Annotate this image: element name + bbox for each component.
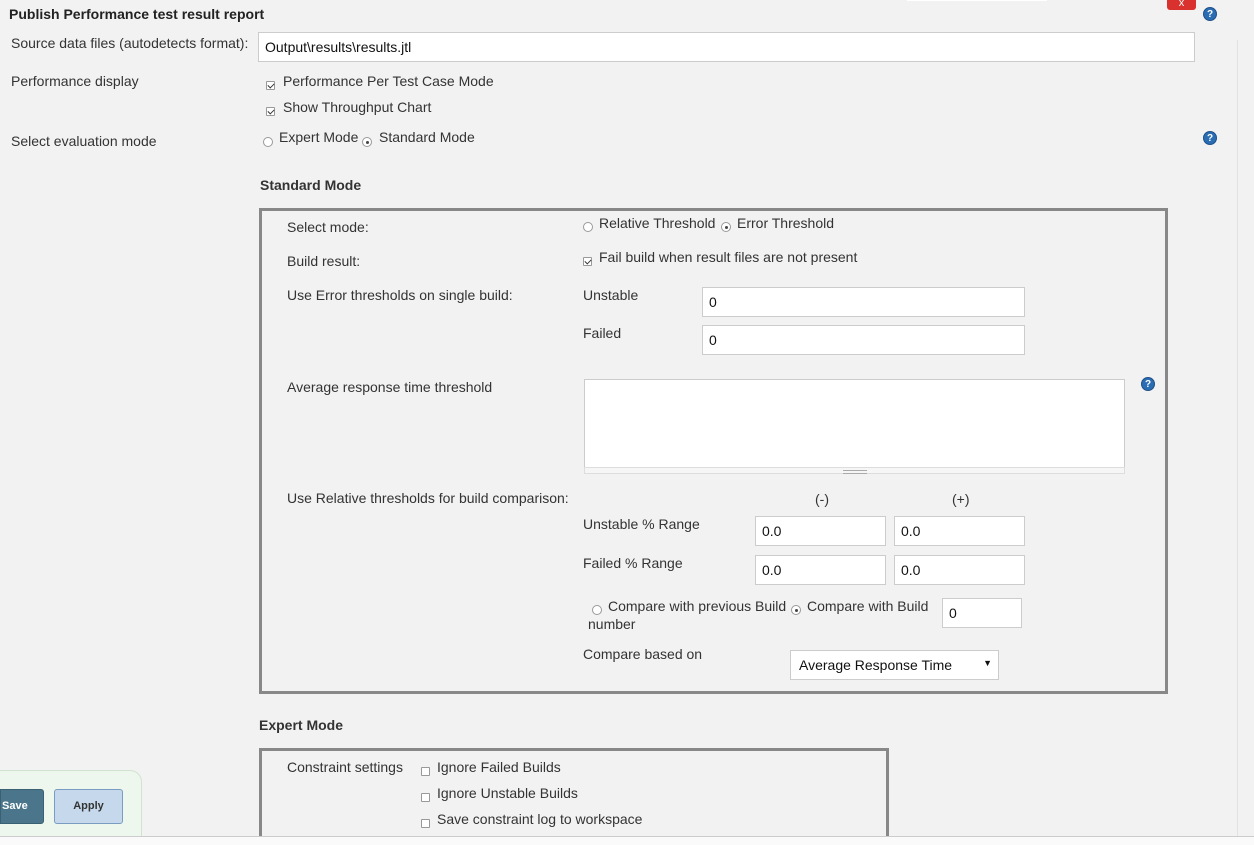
- evaluation-mode-label: Select evaluation mode: [11, 133, 157, 149]
- relative-thresholds-label: Use Relative thresholds for build compar…: [287, 490, 569, 506]
- compare-previous-radio[interactable]: [592, 605, 602, 615]
- failed-minus-input[interactable]: 0.0: [755, 555, 886, 585]
- unstable-threshold-input[interactable]: 0: [702, 287, 1025, 317]
- fail-build-label: Fail build when result files are not pre…: [599, 249, 858, 265]
- save-log-label: Save constraint log to workspace: [437, 811, 643, 827]
- compare-build-input[interactable]: 0: [942, 598, 1022, 628]
- failed-range-label: Failed % Range: [583, 555, 683, 571]
- unstable-minus-input[interactable]: 0.0: [755, 516, 886, 546]
- select-mode-label: Select mode:: [287, 219, 369, 235]
- avg-response-label: Average response time threshold: [287, 379, 493, 395]
- fail-build-checkbox[interactable]: [583, 257, 592, 266]
- minus-column-header: (-): [815, 491, 829, 507]
- bottom-bar: [0, 836, 1254, 845]
- section-title: Publish Performance test result report: [9, 6, 265, 22]
- close-button[interactable]: x: [1167, 0, 1196, 10]
- build-result-label: Build result:: [287, 253, 361, 269]
- unstable-label: Unstable: [583, 287, 639, 303]
- ignore-failed-label: Ignore Failed Builds: [437, 759, 561, 775]
- per-test-case-checkbox[interactable]: [266, 81, 275, 90]
- failed-threshold-input[interactable]: 0: [702, 325, 1025, 355]
- error-threshold-label: Error Threshold: [737, 215, 835, 231]
- avg-response-textarea[interactable]: [584, 379, 1125, 468]
- per-test-case-label: Performance Per Test Case Mode: [283, 73, 494, 89]
- error-thresholds-label: Use Error thresholds on single build:: [287, 287, 513, 303]
- error-threshold-radio[interactable]: [721, 222, 731, 232]
- compare-build-label: Compare with Build: [807, 598, 929, 614]
- plus-column-header: (+): [952, 491, 970, 507]
- source-label: Source data files (autodetects format):: [11, 35, 249, 51]
- compare-based-label: Compare based on: [583, 646, 703, 662]
- save-log-checkbox[interactable]: [421, 819, 430, 828]
- failed-label: Failed: [583, 325, 622, 341]
- ignore-unstable-label: Ignore Unstable Builds: [437, 785, 578, 801]
- compare-build-radio[interactable]: [791, 605, 801, 615]
- apply-button[interactable]: Apply: [54, 789, 123, 824]
- compare-based-value: Average Response Time: [799, 657, 953, 673]
- help-icon[interactable]: ?: [1203, 131, 1217, 145]
- constraint-settings-label: Constraint settings: [287, 759, 403, 775]
- throughput-chart-label: Show Throughput Chart: [283, 99, 432, 115]
- save-button[interactable]: Save: [0, 789, 44, 824]
- relative-threshold-label: Relative Threshold: [599, 215, 716, 231]
- ignore-failed-checkbox[interactable]: [421, 767, 430, 776]
- standard-mode-heading: Standard Mode: [260, 177, 362, 193]
- compare-number-label: number: [588, 616, 636, 632]
- relative-threshold-radio[interactable]: [583, 222, 593, 232]
- vertical-scrollbar[interactable]: [1237, 40, 1254, 845]
- textarea-resize-handle[interactable]: [584, 467, 1125, 474]
- unstable-range-label: Unstable % Range: [583, 516, 700, 532]
- expert-mode-label: Expert Mode: [279, 129, 359, 145]
- throughput-chart-checkbox[interactable]: [266, 107, 275, 116]
- failed-plus-input[interactable]: 0.0: [894, 555, 1025, 585]
- top-divider: [907, 0, 1047, 1]
- performance-display-label: Performance display: [11, 73, 139, 89]
- dropdown-arrow-icon: ▼: [983, 658, 992, 668]
- help-icon[interactable]: ?: [1141, 377, 1155, 391]
- source-files-input[interactable]: Output\results\results.jtl: [258, 32, 1195, 62]
- help-icon[interactable]: ?: [1203, 7, 1217, 21]
- ignore-unstable-checkbox[interactable]: [421, 793, 430, 802]
- unstable-plus-input[interactable]: 0.0: [894, 516, 1025, 546]
- standard-mode-radio[interactable]: [362, 137, 372, 147]
- expert-mode-radio[interactable]: [263, 137, 273, 147]
- expert-mode-heading: Expert Mode: [259, 717, 344, 733]
- compare-previous-label: Compare with previous Build: [608, 598, 787, 614]
- standard-mode-label: Standard Mode: [379, 129, 475, 145]
- compare-based-select[interactable]: Average Response Time ▼: [790, 650, 999, 680]
